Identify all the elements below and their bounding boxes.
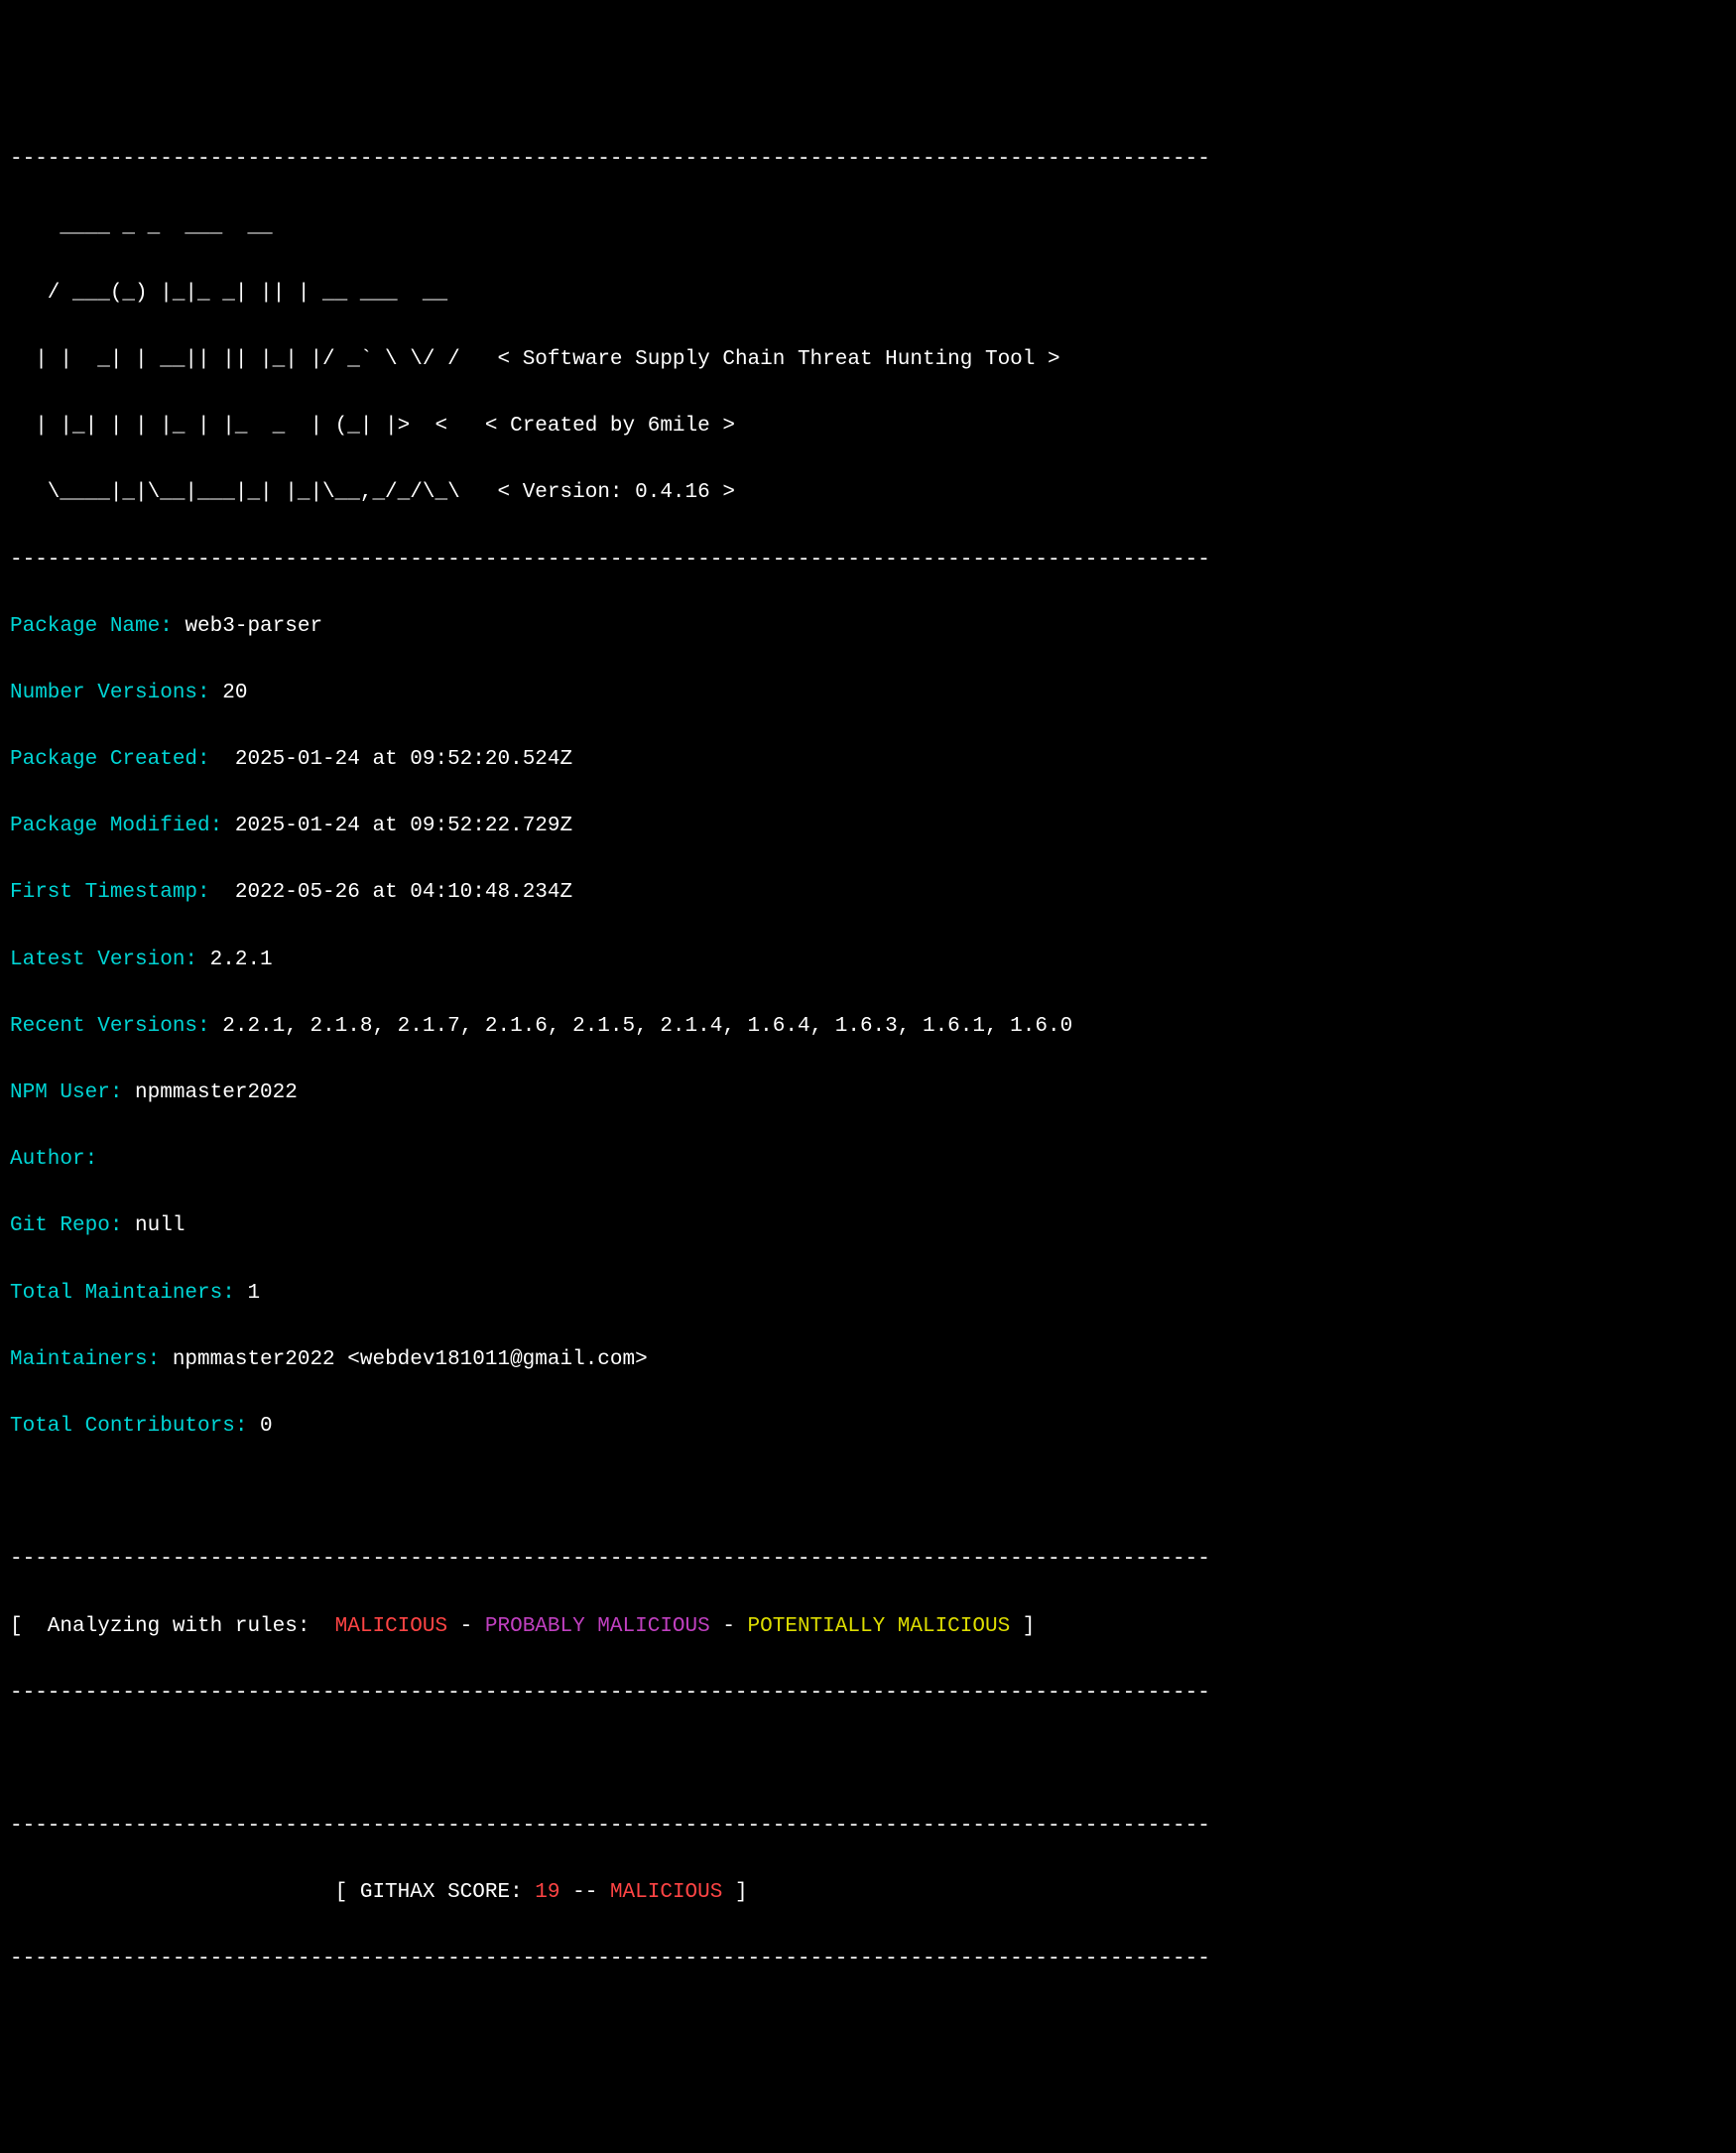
score-value: 19 [535,1881,559,1904]
rule-potentially-malicious: POTENTIALLY MALICIOUS [748,1615,1011,1638]
divider-score-bottom: ----------------------------------------… [10,1943,1726,1976]
githax-score: [ GITHAX SCORE: 19 -- MALICIOUS ] [10,1876,1726,1910]
field-number-versions: Number Versions: 20 [10,677,1726,710]
divider-top: ----------------------------------------… [10,143,1726,177]
analyzing-rules: [ Analyzing with rules: MALICIOUS - PROB… [10,1610,1726,1644]
divider-rules-top: ----------------------------------------… [10,1543,1726,1577]
divider-score-top: ----------------------------------------… [10,1810,1726,1843]
field-npm-user: NPM User: npmmaster2022 [10,1076,1726,1110]
divider-header: ----------------------------------------… [10,544,1726,577]
divider-rules-bottom: ----------------------------------------… [10,1677,1726,1710]
tagline-version: < Version: 0.4.16 > [498,481,735,504]
ascii-art-line-1: ____ _ _ ___ __ [10,210,1726,244]
field-total-maintainers: Total Maintainers: 1 [10,1277,1726,1311]
tagline-tool: < Software Supply Chain Threat Hunting T… [498,348,1060,371]
ascii-art-line-5: \____|_|\__|___|_| |_|\__,_/_/\_\ < Vers… [10,476,1726,510]
field-recent-versions: Recent Versions: 2.2.1, 2.1.8, 2.1.7, 2.… [10,1010,1726,1044]
field-git-repo: Git Repo: null [10,1209,1726,1243]
ascii-art-line-3: | | _| | __|| || |_| |/ _` \ \/ / < Soft… [10,343,1726,377]
field-total-contributors: Total Contributors: 0 [10,1410,1726,1444]
score-verdict: MALICIOUS [610,1881,722,1904]
field-package-created: Package Created: 2025-01-24 at 09:52:20.… [10,743,1726,777]
rule-probably-malicious: PROBABLY MALICIOUS [485,1615,710,1638]
field-author: Author: [10,1143,1726,1177]
ascii-art-line-4: | |_| | | |_ | |_ _ | (_| |> < < Created… [10,410,1726,443]
rule-malicious: MALICIOUS [335,1615,447,1638]
tagline-author: < Created by 6mile > [485,415,735,438]
field-package-name: Package Name: web3-parser [10,610,1726,644]
field-first-timestamp: First Timestamp: 2022-05-26 at 04:10:48.… [10,876,1726,910]
field-package-modified: Package Modified: 2025-01-24 at 09:52:22… [10,810,1726,843]
field-latest-version: Latest Version: 2.2.1 [10,944,1726,977]
ascii-art-line-2: / ___(_) |_|_ _| || | __ ___ __ [10,277,1726,311]
field-maintainers: Maintainers: npmmaster2022 <webdev181011… [10,1343,1726,1377]
